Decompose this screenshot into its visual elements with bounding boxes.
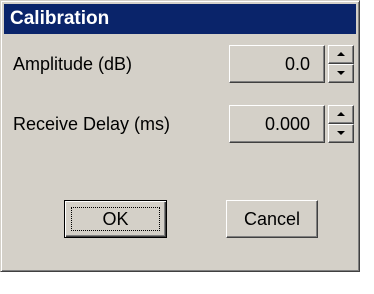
dialog-title: Calibration xyxy=(10,8,110,29)
amplitude-field[interactable]: 0.0 xyxy=(229,45,325,83)
amplitude-spinner xyxy=(328,45,354,83)
receive-delay-spin-up-button[interactable] xyxy=(328,105,354,124)
receive-delay-field[interactable]: 0.000 xyxy=(229,105,325,143)
dialog-title-bar[interactable]: Calibration xyxy=(4,4,356,34)
ok-button-label: OK xyxy=(71,207,160,231)
calibration-dialog: Calibration Amplitude (dB) 0.0 Receive D… xyxy=(0,0,360,272)
spin-up-arrow-icon xyxy=(337,112,345,116)
amplitude-spin-down-button[interactable] xyxy=(328,64,354,83)
ok-button[interactable]: OK xyxy=(64,200,167,238)
spin-down-arrow-icon xyxy=(337,131,345,135)
amplitude-label: Amplitude (dB) xyxy=(13,54,133,74)
spin-down-arrow-icon xyxy=(337,71,345,75)
cancel-button[interactable]: Cancel xyxy=(226,200,318,238)
receive-delay-label: Receive Delay (ms) xyxy=(13,114,171,134)
receive-delay-spinner xyxy=(328,105,354,143)
spin-up-arrow-icon xyxy=(337,52,345,56)
receive-delay-spin-down-button[interactable] xyxy=(328,124,354,143)
amplitude-spin-up-button[interactable] xyxy=(328,45,354,64)
